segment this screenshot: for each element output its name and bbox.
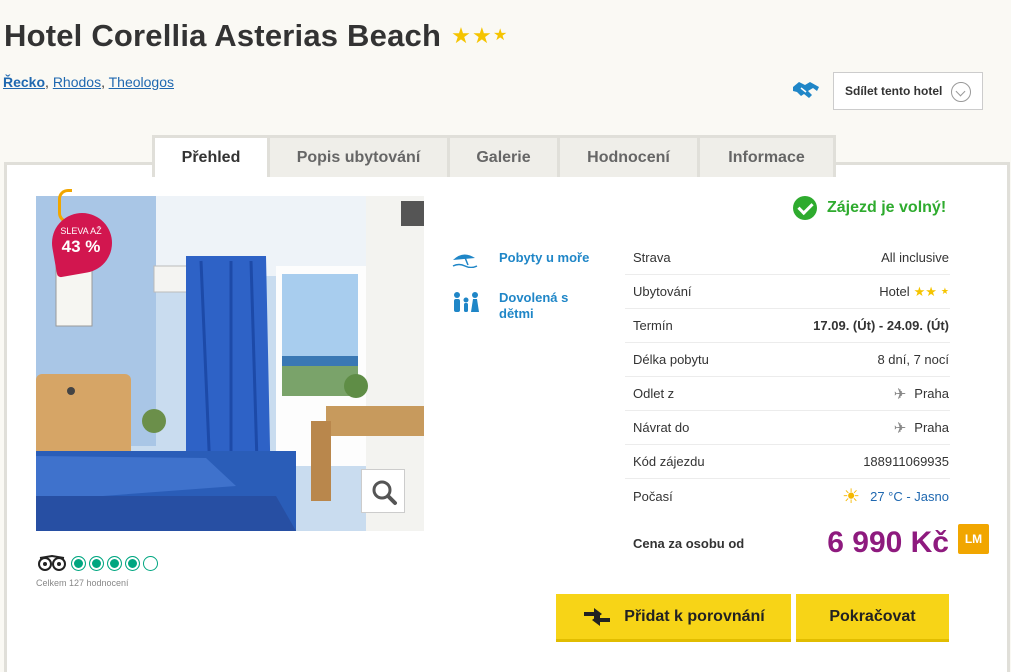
detail-row-board: Strava All inclusive	[625, 241, 950, 275]
tab-bar: Přehled Popis ubytování Galerie Hodnocen…	[152, 135, 836, 177]
weather-value: 27 °C - Jasno	[870, 488, 949, 504]
detail-row-duration: Délka pobytu 8 dní, 7 nocí	[625, 343, 950, 377]
tripadvisor-rating[interactable]	[36, 555, 158, 571]
compare-label: Přidat k porovnání	[624, 607, 765, 625]
detail-row-weather: Počasí ☀ 27 °C - Jasno	[633, 485, 949, 508]
compare-arrows-icon	[584, 607, 611, 626]
hotel-stars: ★ ★ ★	[451, 25, 507, 47]
star-icon: ★	[451, 23, 472, 48]
tripadvisor-owl-icon	[38, 555, 66, 571]
hotel-name: Hotel Corellia Asterias Beach	[4, 18, 442, 53]
tag-family-holidays[interactable]: Dovolená s dětmi	[451, 290, 589, 322]
tag-beach-holidays[interactable]: Pobyty u moře	[451, 250, 589, 268]
last-minute-badge: LM	[958, 524, 989, 554]
tab-gallery[interactable]: Galerie	[450, 138, 560, 177]
star-half-icon: ★	[492, 27, 508, 44]
handshake-icon[interactable]	[792, 79, 820, 101]
discount-label: SLEVA AŽ	[60, 226, 102, 236]
magnifier-icon	[372, 480, 397, 505]
rating-circle-empty	[143, 555, 158, 571]
breadcrumb-city[interactable]: Theologos	[109, 74, 174, 90]
price-value: 6 990 Kč	[827, 526, 949, 559]
share-hotel-label: Sdílet tento hotel	[845, 84, 943, 98]
chevron-down-icon	[951, 82, 971, 102]
add-to-compare-button[interactable]: Přidat k porovnání	[556, 594, 791, 642]
tag-label: Dovolená s dětmi	[499, 290, 569, 321]
plane-icon: ✈	[893, 419, 907, 437]
hotel-title: Hotel Corellia Asterias Beach ★ ★ ★	[4, 18, 508, 54]
breadcrumb-country[interactable]: Řecko	[3, 74, 45, 90]
rating-circle-full	[71, 555, 86, 571]
star-half-icon: ★	[940, 286, 949, 296]
plane-icon: ✈	[893, 385, 907, 403]
tag-label: Pobyty u moře	[499, 250, 590, 265]
price-label: Cena za osobu od	[633, 535, 745, 551]
detail-row-dates: Termín 17.09. (Út) - 24.09. (Út)	[625, 309, 950, 343]
check-icon	[793, 196, 817, 220]
sun-icon: ☀	[842, 485, 861, 508]
beach-umbrella-icon	[452, 254, 478, 268]
tab-accommodation[interactable]: Popis ubytování	[270, 138, 450, 177]
continue-label: Pokračovat	[829, 607, 916, 625]
family-icon	[454, 292, 479, 312]
price-row: Cena za osobu od 6 990 Kč	[625, 520, 950, 566]
availability-status: Zájezd je volný!	[793, 196, 946, 220]
rating-circle-full	[125, 555, 140, 571]
detail-row-return: Návrat do ✈ Praha	[625, 411, 950, 445]
tab-overview[interactable]: Přehled	[155, 138, 270, 177]
detail-row-departure: Odlet z ✈ Praha	[625, 377, 950, 411]
breadcrumb-region[interactable]: Rhodos	[53, 74, 101, 90]
zoom-button[interactable]	[361, 469, 405, 513]
rating-circle-full	[89, 555, 104, 571]
tab-information[interactable]: Informace	[700, 138, 833, 177]
breadcrumb: Řecko, Rhodos, Theologos	[3, 74, 174, 90]
star-icon: ★★	[913, 284, 937, 299]
detail-row-accommodation: Ubytování Hotel ★★ ★	[625, 275, 950, 309]
share-hotel-button[interactable]: Sdílet tento hotel	[833, 72, 983, 110]
rating-circle-full	[107, 555, 122, 571]
continue-button[interactable]: Pokračovat	[796, 594, 949, 642]
trip-details: Strava All inclusive Ubytování Hotel ★★ ★…	[625, 241, 950, 513]
detail-row-code: Kód zájezdu 188911069935	[625, 445, 950, 479]
star-icon: ★	[472, 23, 492, 48]
discount-value: 43 %	[61, 237, 101, 256]
tab-reviews[interactable]: Hodnocení	[560, 138, 700, 177]
availability-label: Zájezd je volný!	[827, 199, 947, 216]
review-count: Celkem 127 hodnocení	[36, 578, 129, 588]
